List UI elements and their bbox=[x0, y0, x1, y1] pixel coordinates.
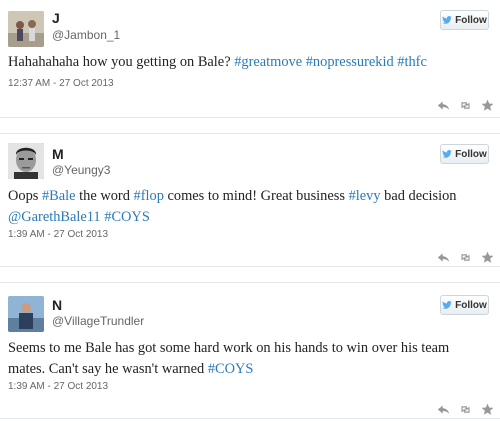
follow-label: Follow bbox=[455, 299, 487, 311]
favorite-icon[interactable] bbox=[481, 403, 494, 416]
reply-icon[interactable] bbox=[437, 251, 450, 264]
tweet-actions bbox=[437, 251, 494, 264]
reply-icon[interactable] bbox=[437, 99, 450, 112]
user-name[interactable]: J bbox=[52, 10, 60, 26]
follow-button[interactable]: Follow bbox=[440, 295, 489, 315]
follow-label: Follow bbox=[455, 148, 487, 160]
follow-label: Follow bbox=[455, 14, 487, 26]
tweet-text-fragment: Hahahahaha how you getting on Bale? bbox=[8, 54, 235, 70]
tweet-timestamp[interactable]: 1:39 AM - 27 Oct 2013 bbox=[8, 229, 108, 240]
tweet-text: Oops #Bale the word #flop comes to mind!… bbox=[8, 186, 492, 228]
user-handle[interactable]: @VillageTrundler bbox=[52, 314, 144, 328]
reply-icon[interactable] bbox=[437, 403, 450, 416]
user-name[interactable]: M bbox=[52, 146, 64, 162]
favorite-icon[interactable] bbox=[481, 251, 494, 264]
tweet-text: Hahahahaha how you getting on Bale? #gre… bbox=[8, 52, 492, 73]
user-name[interactable]: N bbox=[52, 297, 62, 313]
hashtag-link[interactable]: #flop bbox=[134, 188, 164, 204]
tweet-text-fragment: Seems to me Bale has got some hard work … bbox=[8, 340, 450, 356]
twitter-bird-icon bbox=[442, 150, 452, 158]
hashtag-link[interactable]: #thfc bbox=[397, 54, 427, 70]
retweet-icon[interactable] bbox=[459, 251, 472, 264]
follow-button[interactable]: Follow bbox=[440, 10, 489, 30]
follow-button[interactable]: Follow bbox=[440, 144, 489, 164]
tweet-card: J @Jambon_1 Follow Hahahahaha how you ge… bbox=[0, 0, 500, 118]
avatar[interactable] bbox=[8, 143, 44, 179]
twitter-bird-icon bbox=[442, 301, 452, 309]
avatar[interactable] bbox=[8, 296, 44, 332]
tweet-actions bbox=[437, 99, 494, 112]
tweet-text-fragment: mates. Can't say he wasn't warned bbox=[8, 361, 208, 377]
tweet-actions bbox=[437, 403, 494, 416]
retweet-icon[interactable] bbox=[459, 99, 472, 112]
hashtag-link[interactable]: #levy bbox=[349, 188, 381, 204]
tweet-text-fragment: bad decision bbox=[380, 188, 457, 204]
retweet-icon[interactable] bbox=[459, 403, 472, 416]
tweet-text-fragment: comes to mind! Great business bbox=[163, 188, 349, 204]
mention-link[interactable]: @GarethBale11 bbox=[8, 209, 101, 225]
hashtag-link[interactable]: #greatmove bbox=[234, 54, 302, 70]
hashtag-link[interactable]: #COYS bbox=[208, 361, 254, 377]
tweet-text-fragment: the word bbox=[75, 188, 134, 204]
twitter-bird-icon bbox=[442, 16, 452, 24]
favorite-icon[interactable] bbox=[481, 99, 494, 112]
tweet-text-fragment: Oops bbox=[8, 188, 42, 204]
tweet-timestamp[interactable]: 1:39 AM - 27 Oct 2013 bbox=[8, 381, 108, 392]
user-handle[interactable]: @Yeungy3 bbox=[52, 163, 110, 177]
tweet-card: N @VillageTrundler Follow Seems to me Ba… bbox=[0, 282, 500, 421]
tweet-timestamp[interactable]: 12:37 AM - 27 Oct 2013 bbox=[8, 78, 114, 89]
avatar[interactable] bbox=[8, 11, 44, 47]
hashtag-link[interactable]: #nopressurekid bbox=[306, 54, 394, 70]
hashtag-link[interactable]: #Bale bbox=[42, 188, 76, 204]
tweet-card: M @Yeungy3 Follow Oops #Bale the word #f… bbox=[0, 133, 500, 267]
user-handle[interactable]: @Jambon_1 bbox=[52, 28, 120, 42]
tweet-text: Seems to me Bale has got some hard work … bbox=[8, 338, 492, 380]
hashtag-link[interactable]: #COYS bbox=[104, 209, 150, 225]
